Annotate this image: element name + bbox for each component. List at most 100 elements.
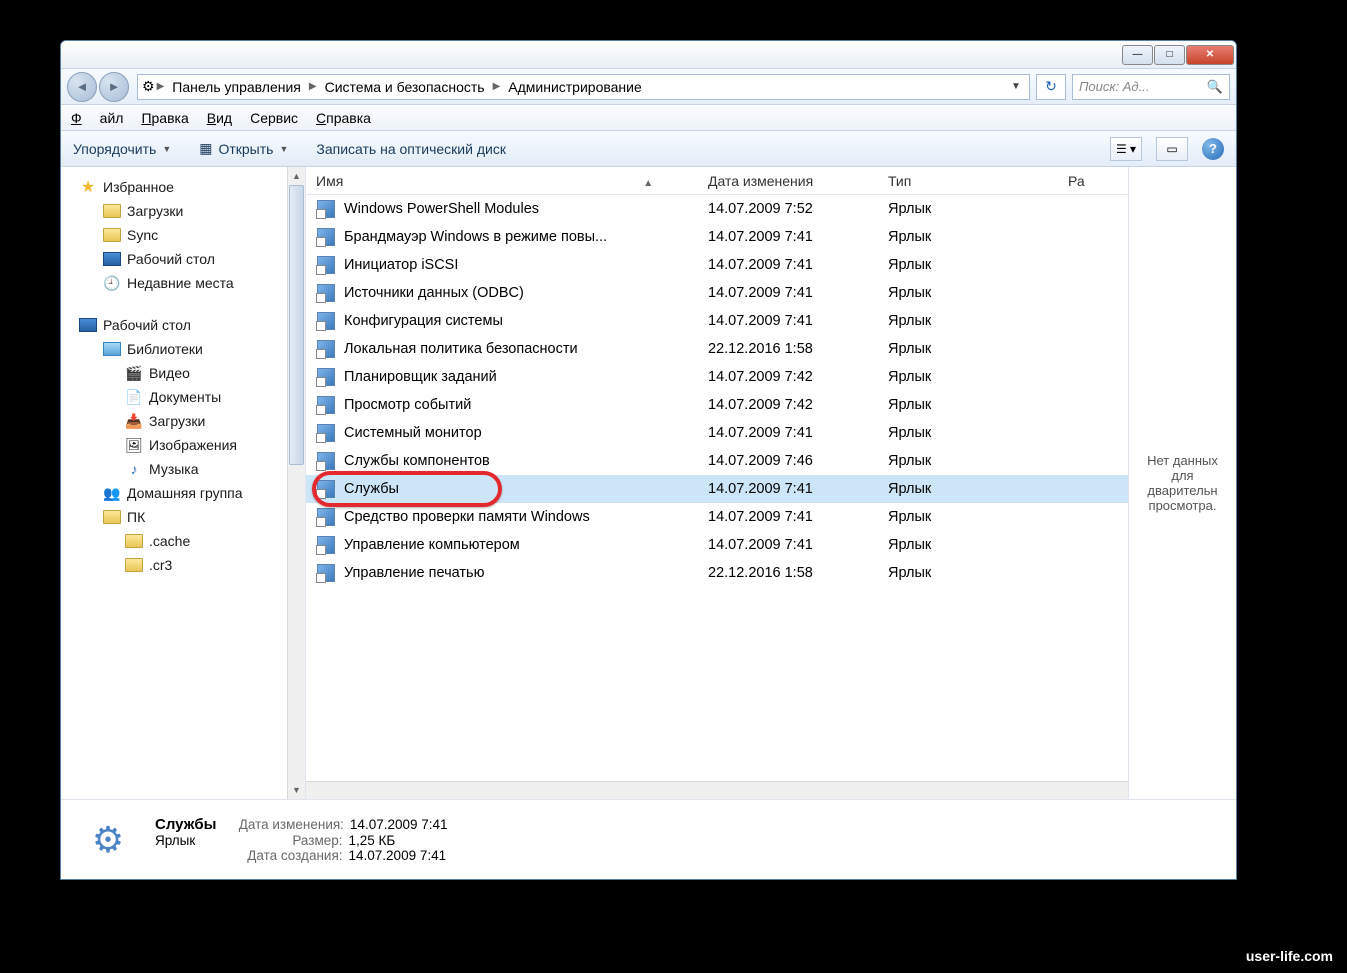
sidebar-item-pictures[interactable]: 🖼Изображения: [75, 433, 305, 457]
folder-icon: [125, 532, 143, 550]
file-row[interactable]: Конфигурация системы14.07.2009 7:41Ярлык: [306, 307, 1128, 335]
menu-view[interactable]: Вид: [207, 110, 232, 126]
monitor-icon: [103, 250, 121, 268]
file-name: Конфигурация системы: [344, 313, 708, 329]
file-row[interactable]: Службы компонентов14.07.2009 7:46Ярлык: [306, 447, 1128, 475]
preview-pane-button[interactable]: ▭: [1156, 137, 1188, 161]
watermark: user-life.com: [1236, 945, 1343, 967]
shortcut-icon: [316, 451, 336, 471]
address-dropdown[interactable]: ▼: [1007, 81, 1025, 92]
shortcut-icon: [316, 423, 336, 443]
sidebar-item-downloads2[interactable]: 📥Загрузки: [75, 409, 305, 433]
search-input[interactable]: Поиск: Ад... 🔍: [1072, 74, 1230, 100]
file-row[interactable]: Управление печатью22.12.2016 1:58Ярлык: [306, 559, 1128, 587]
shortcut-icon: [316, 395, 336, 415]
sidebar-pc[interactable]: ПК: [75, 505, 305, 529]
folder-icon: [103, 508, 121, 526]
menu-edit[interactable]: Правка: [141, 110, 188, 126]
column-name[interactable]: Имя▲: [316, 173, 708, 189]
menu-file[interactable]: Файл: [71, 110, 123, 126]
shortcut-icon: [316, 199, 336, 219]
file-row[interactable]: Системный монитор14.07.2009 7:41Ярлык: [306, 419, 1128, 447]
back-button[interactable]: ◄: [67, 72, 97, 102]
file-row[interactable]: Управление компьютером14.07.2009 7:41Ярл…: [306, 531, 1128, 559]
file-date: 14.07.2009 7:52: [708, 201, 888, 217]
sidebar-item-desktop[interactable]: Рабочий стол: [75, 247, 305, 271]
sidebar-item-cache[interactable]: .cache: [75, 529, 305, 553]
file-row[interactable]: Windows PowerShell Modules14.07.2009 7:5…: [306, 195, 1128, 223]
file-row[interactable]: Инициатор iSCSI14.07.2009 7:41Ярлык: [306, 251, 1128, 279]
details-modified-label: Дата изменения:: [224, 817, 344, 832]
file-row[interactable]: Средство проверки памяти Windows14.07.20…: [306, 503, 1128, 531]
shortcut-icon: [316, 227, 336, 247]
details-size: 1,25 КБ: [349, 833, 396, 848]
forward-button[interactable]: ►: [99, 72, 129, 102]
sidebar-item-downloads[interactable]: Загрузки: [75, 199, 305, 223]
file-type: Ярлык: [888, 453, 1068, 469]
file-name: Просмотр событий: [344, 397, 708, 413]
breadcrumb-item[interactable]: Система и безопасность: [319, 79, 491, 95]
refresh-button[interactable]: ↻: [1036, 74, 1066, 100]
shortcut-icon: [316, 339, 336, 359]
file-type: Ярлык: [888, 257, 1068, 273]
scroll-down-icon[interactable]: ▼: [288, 781, 305, 799]
address-bar[interactable]: ⚙ ▶ Панель управления ▶ Система и безопа…: [137, 74, 1030, 100]
file-name: Службы компонентов: [344, 453, 708, 469]
file-name: Источники данных (ODBC): [344, 285, 708, 301]
sidebar-scrollbar[interactable]: ▲ ▼: [287, 167, 305, 799]
breadcrumb-item[interactable]: Администрирование: [502, 79, 648, 95]
sidebar-favorites[interactable]: ★Избранное: [75, 175, 305, 199]
file-row[interactable]: Просмотр событий14.07.2009 7:42Ярлык: [306, 391, 1128, 419]
shortcut-icon: [316, 479, 336, 499]
scroll-up-icon[interactable]: ▲: [288, 167, 305, 185]
search-placeholder: Поиск: Ад...: [1079, 79, 1149, 94]
file-name: Инициатор iSCSI: [344, 257, 708, 273]
column-date[interactable]: Дата изменения: [708, 173, 888, 189]
shortcut-icon: [316, 563, 336, 583]
file-name: Брандмауэр Windows в режиме повы...: [344, 229, 708, 245]
file-date: 14.07.2009 7:41: [708, 285, 888, 301]
file-row[interactable]: Службы14.07.2009 7:41Ярлык: [306, 475, 1128, 503]
scroll-thumb[interactable]: [289, 185, 304, 465]
sidebar-item-music[interactable]: ♪Музыка: [75, 457, 305, 481]
file-name: Средство проверки памяти Windows: [344, 509, 708, 525]
file-type: Ярлык: [888, 341, 1068, 357]
sidebar-item-cr3[interactable]: .cr3: [75, 553, 305, 577]
sidebar-item-sync[interactable]: Sync: [75, 223, 305, 247]
file-row[interactable]: Источники данных (ODBC)14.07.2009 7:41Яр…: [306, 279, 1128, 307]
sidebar-desktop[interactable]: Рабочий стол: [75, 313, 305, 337]
details-title: Службы: [155, 816, 216, 833]
column-size[interactable]: Ра: [1068, 173, 1128, 189]
file-row[interactable]: Планировщик заданий14.07.2009 7:42Ярлык: [306, 363, 1128, 391]
minimize-button[interactable]: —: [1122, 45, 1153, 65]
menu-service[interactable]: Сервис: [250, 110, 298, 126]
maximize-button[interactable]: □: [1154, 45, 1185, 65]
file-date: 14.07.2009 7:41: [708, 229, 888, 245]
details-size-label: Размер:: [223, 833, 343, 848]
sidebar-libraries[interactable]: Библиотеки: [75, 337, 305, 361]
menu-help[interactable]: Справка: [316, 110, 371, 126]
sidebar-item-video[interactable]: 🎬Видео: [75, 361, 305, 385]
view-mode-button[interactable]: ☰ ▾: [1110, 137, 1142, 161]
music-icon: ♪: [125, 460, 143, 478]
burn-button[interactable]: Записать на оптический диск: [316, 141, 506, 157]
sidebar-homegroup[interactable]: 👥Домашняя группа: [75, 481, 305, 505]
file-type: Ярлык: [888, 565, 1068, 581]
sidebar-item-documents[interactable]: 📄Документы: [75, 385, 305, 409]
sidebar-item-recent[interactable]: 🕘Недавние места: [75, 271, 305, 295]
file-row[interactable]: Локальная политика безопасности22.12.201…: [306, 335, 1128, 363]
toolbar: Упорядочить▼ ▦Открыть▼ Записать на оптич…: [61, 131, 1236, 167]
file-row[interactable]: Брандмауэр Windows в режиме повы...14.07…: [306, 223, 1128, 251]
help-button[interactable]: ?: [1202, 138, 1224, 160]
organize-button[interactable]: Упорядочить▼: [73, 141, 171, 157]
shortcut-icon: [316, 535, 336, 555]
monitor-icon: [79, 316, 97, 334]
open-button[interactable]: ▦Открыть▼: [199, 140, 288, 157]
horizontal-scrollbar[interactable]: [306, 781, 1128, 799]
close-button[interactable]: ✕: [1186, 45, 1234, 65]
file-date: 14.07.2009 7:41: [708, 425, 888, 441]
explorer-window: — □ ✕ ◄ ► ⚙ ▶ Панель управления ▶ Систем…: [60, 40, 1237, 880]
navbar: ◄ ► ⚙ ▶ Панель управления ▶ Система и бе…: [61, 69, 1236, 105]
column-type[interactable]: Тип: [888, 173, 1068, 189]
breadcrumb-item[interactable]: Панель управления: [166, 79, 307, 95]
